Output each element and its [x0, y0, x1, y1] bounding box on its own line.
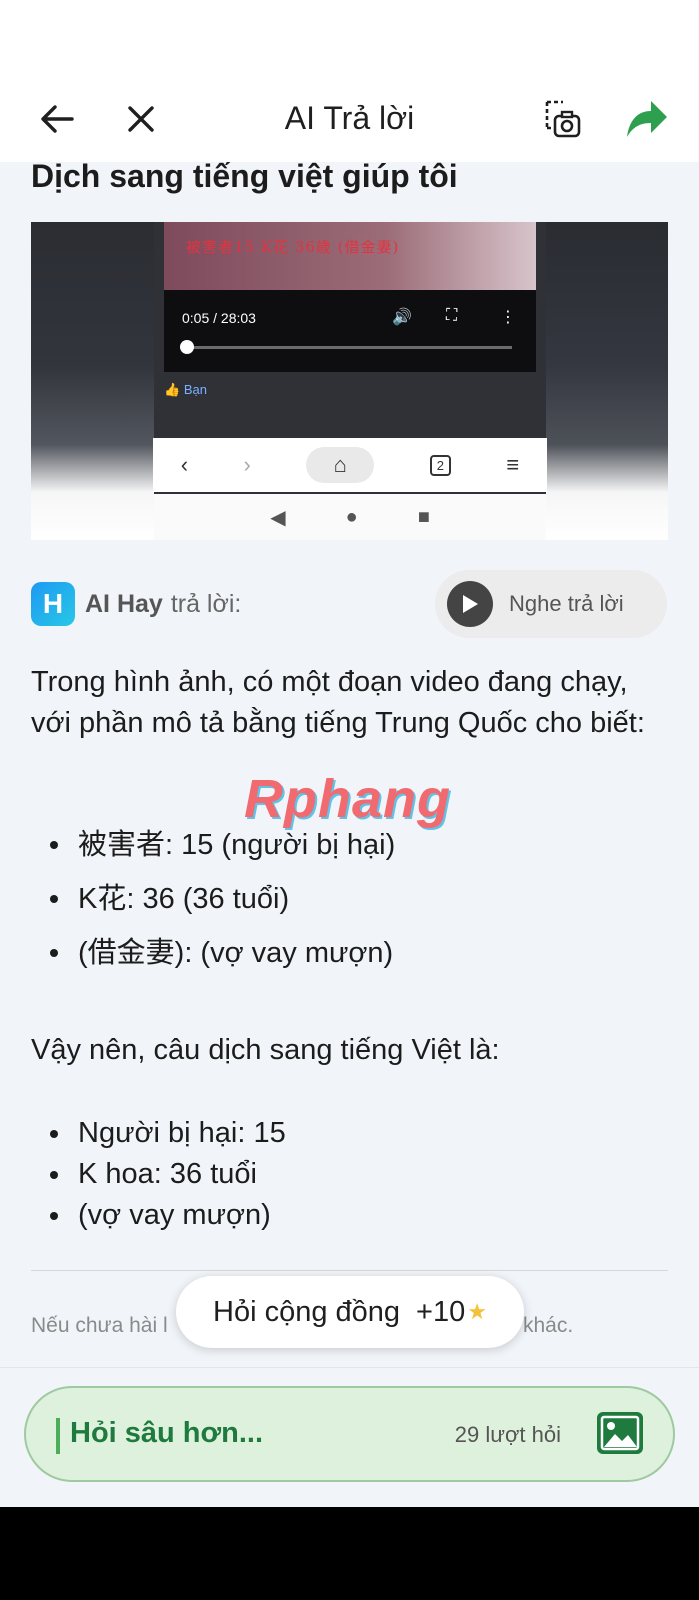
ask-deeper-placeholder: Hỏi sâu hơn...: [70, 1417, 264, 1449]
video-progress-thumb: [180, 340, 194, 354]
list-item: K花: 36 (36 tuổi): [48, 872, 668, 926]
ai-name: AI Hay: [85, 589, 163, 618]
menu-icon: ≡: [506, 452, 520, 477]
liked-by-label: 👍 Bạn: [164, 382, 207, 397]
video-frame: 被害者15 K花 36歳 (借金妻): [164, 222, 536, 290]
ask-deeper-input[interactable]: Hỏi sâu hơn... 29 lượt hỏi: [24, 1386, 675, 1482]
home-icon: ⌂: [306, 447, 375, 483]
nav-home-icon: ●: [345, 505, 358, 528]
listen-answer-label: Nghe trả lời: [509, 591, 624, 616]
listen-answer-button[interactable]: Nghe trả lời: [435, 570, 667, 638]
system-nav: ◀ ● ■: [154, 494, 546, 540]
fullscreen-icon: ⛶: [446, 307, 458, 324]
screenshot-button[interactable]: [535, 92, 589, 146]
forward-chevron-icon: ›: [243, 452, 251, 477]
back-chevron-icon: ‹: [180, 452, 189, 477]
browser-navbar: ‹ › ⌂ 2 ≡: [153, 438, 547, 492]
answer-list-2: Người bị hại: 15 K hoa: 36 tuổi (vợ vay …: [48, 1113, 668, 1236]
attached-screenshot[interactable]: 被害者15 K花 36歳 (借金妻) 0:05 / 28:03 🔊 ⛶ ⋮ 👍 …: [31, 222, 668, 540]
play-icon: [447, 581, 493, 627]
footnote-left: Nếu chưa hài l: [31, 1314, 168, 1337]
list-item: Người bị hại: 15: [48, 1113, 668, 1154]
tab-count-icon: 2: [429, 454, 451, 476]
video-player-controls: 0:05 / 28:03 🔊 ⛶ ⋮: [164, 290, 536, 372]
liked-by-text: Bạn: [183, 382, 207, 397]
answer-conclusion: Vậy nên, câu dịch sang tiếng Việt là:: [31, 1034, 500, 1066]
ai-answer-header: H AI Hay trả lời:: [31, 579, 241, 629]
reward-points: +10: [416, 1295, 466, 1328]
video-time: 0:05 / 28:03: [182, 310, 256, 326]
nav-recents-icon: ■: [417, 505, 430, 528]
nav-back-icon: ◀: [270, 506, 286, 529]
user-question: Dịch sang tiếng việt giúp tôi: [31, 158, 458, 194]
divider: [31, 1270, 668, 1271]
video-overlay-text: 被害者15 K花 36歳 (借金妻): [186, 238, 400, 256]
image-upload-icon[interactable]: [597, 1412, 643, 1454]
list-item: (vợ vay mượn): [48, 1195, 668, 1236]
ask-community-label: Hỏi cộng đồng: [213, 1295, 401, 1328]
system-navigation-area: [0, 1507, 699, 1600]
ai-hay-logo-icon: H: [31, 582, 75, 626]
list-item: (借金妻): (vợ vay mượn): [48, 926, 668, 980]
screenshot-camera-icon: [545, 100, 581, 138]
status-bar: [0, 0, 699, 80]
share-button[interactable]: [620, 92, 674, 146]
text-cursor: [56, 1418, 60, 1454]
volume-icon: 🔊: [392, 309, 412, 326]
list-item: K hoa: 36 tuổi: [48, 1154, 668, 1195]
answer-list-1: 被害者: 15 (người bị hại) K花: 36 (36 tuổi) …: [48, 818, 668, 980]
list-item: 被害者: 15 (người bị hại): [48, 818, 668, 872]
ai-reply-label: trả lời:: [170, 589, 242, 618]
blurred-left-edge: [31, 222, 154, 540]
app-header: AI Trả lời: [0, 80, 699, 162]
star-icon: ★: [467, 1299, 487, 1324]
more-vertical-icon: ⋮: [500, 309, 516, 326]
footnote-right: khác.: [523, 1314, 574, 1337]
answer-intro: Trong hình ảnh, có một đoạn video đang c…: [31, 666, 645, 739]
share-arrow-icon: [627, 101, 667, 137]
page-title: AI Trả lời: [284, 100, 415, 136]
video-progress-track: [186, 346, 512, 349]
question-count: 29 lượt hỏi: [454, 1422, 561, 1447]
ask-community-button[interactable]: Hỏi cộng đồng +10 ★: [176, 1276, 524, 1348]
blurred-right-edge: [546, 222, 668, 540]
